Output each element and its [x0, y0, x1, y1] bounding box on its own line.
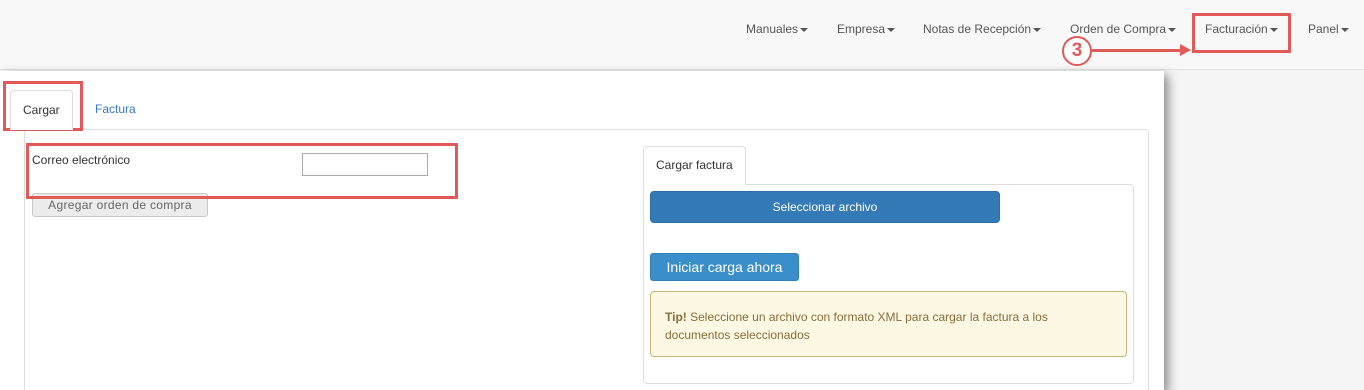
tab-cargar[interactable]: Cargar [10, 90, 73, 130]
nav-label: Empresa [837, 22, 886, 36]
tab-cargar-factura[interactable]: Cargar factura [643, 146, 746, 185]
callout-arrow-line [1092, 49, 1182, 52]
add-order-button[interactable]: Agregar orden de compra [32, 193, 208, 217]
nav-item-notas-recepcion[interactable]: Notas de Recepción [923, 22, 1042, 36]
tip-strong: Tip! [665, 310, 687, 324]
tab-label: Factura [95, 102, 136, 116]
tab-factura[interactable]: Factura [83, 90, 148, 128]
caret-down-icon [800, 27, 809, 32]
nav-label: Orden de Compra [1070, 22, 1167, 36]
nav-item-manuales[interactable]: Manuales [746, 22, 809, 36]
tab-label: Cargar factura [656, 158, 733, 172]
nav-item-empresa[interactable]: Empresa [837, 22, 896, 36]
caret-down-icon [1269, 27, 1278, 32]
caret-down-icon [887, 27, 896, 32]
arrow-right-icon [1180, 44, 1191, 56]
nav-item-panel[interactable]: Panel [1308, 22, 1349, 36]
caret-down-icon [1033, 27, 1042, 32]
nav-item-orden-compra[interactable]: Orden de Compra [1070, 22, 1177, 36]
top-navbar: Manuales Empresa Notas de Recepción Orde… [0, 0, 1364, 70]
nav-label: Manuales [746, 22, 799, 36]
nav-label: Notas de Recepción [923, 22, 1032, 36]
nav-item-facturacion[interactable]: Facturación [1205, 22, 1278, 36]
step-number-badge: 3 [1062, 36, 1092, 66]
select-file-button[interactable]: Seleccionar archivo [650, 191, 1000, 223]
caret-down-icon [1168, 27, 1177, 32]
email-field[interactable] [302, 153, 428, 176]
start-upload-button[interactable]: Iniciar carga ahora [650, 253, 799, 281]
nav-label: Panel [1308, 22, 1339, 36]
tab-label: Cargar [23, 103, 60, 117]
nav-label: Facturación [1205, 22, 1268, 36]
email-label: Correo electrónico [32, 153, 131, 167]
tip-alert: Tip! Seleccione un archivo con formato X… [650, 291, 1127, 357]
tip-text: Seleccione un archivo con formato XML pa… [665, 310, 1048, 342]
caret-down-icon [1340, 27, 1349, 32]
